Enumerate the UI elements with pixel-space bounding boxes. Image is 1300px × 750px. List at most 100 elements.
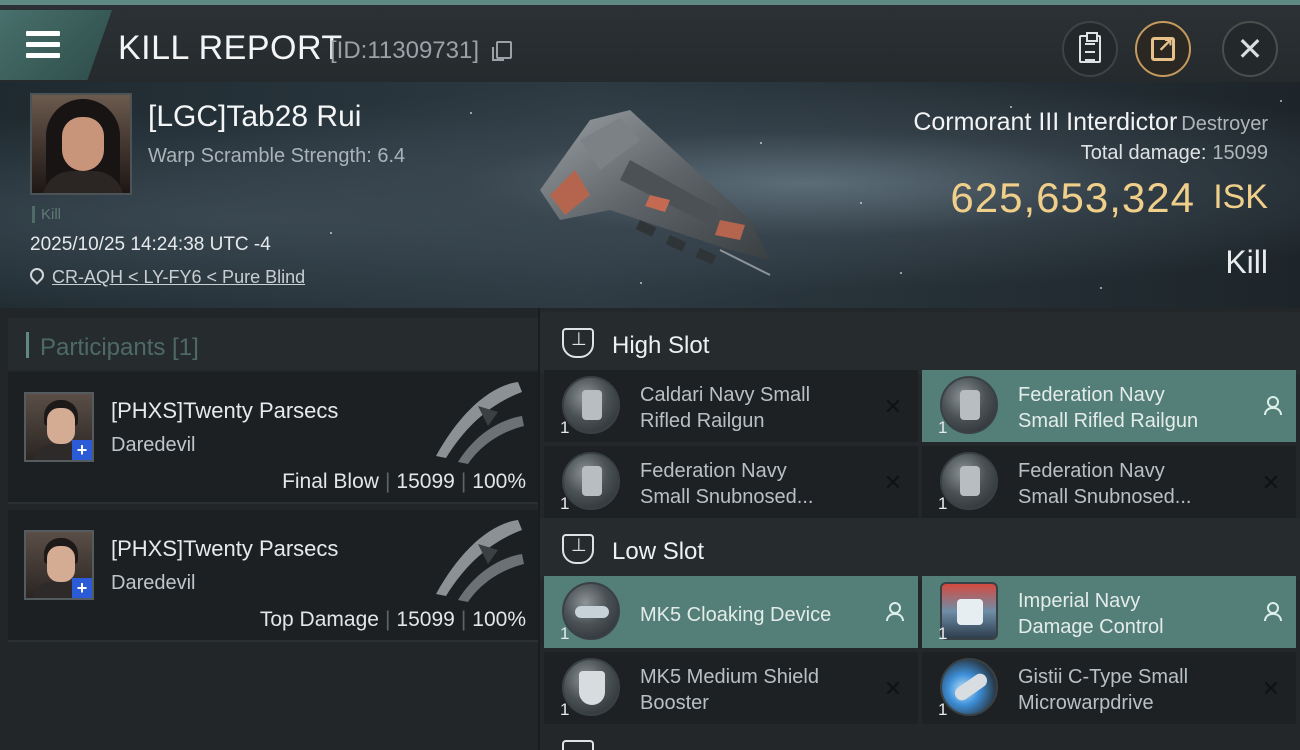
module-name-line1: Caldari Navy Small [640,384,811,406]
kill-id: [ID:11309731] [330,37,480,64]
module-name-line1: MK5 Cloaking Device [640,604,832,626]
damage-control-icon [940,582,998,640]
railgun-icon [562,376,620,434]
module-name-line2: Booster [640,692,709,714]
header-accent-bar [26,332,29,358]
total-damage-value: 15099 [1212,142,1268,164]
total-damage: Total damage: 15099 [1081,142,1268,165]
module-name-line2: Damage Control [1018,616,1164,638]
copy-icon[interactable] [492,41,512,61]
participant-role: Top Damage [259,608,379,631]
participant-stats: Top Damage | 15099 | 100% [259,608,526,631]
module-name-line1: Federation Navy [1018,384,1165,406]
module-item[interactable]: 1 MK5 Medium Shield Booster ✕ [544,652,918,724]
high-slot-icon [562,328,594,358]
module-name: Gistii C-Type Small Microwarpdrive [1018,664,1238,716]
module-name-line2: Microwarpdrive [1018,692,1154,714]
participant-ship: Daredevil [111,434,196,456]
victim-portrait[interactable] [30,93,132,195]
share-button[interactable] [1135,21,1191,77]
destroyed-icon: ✕ [1261,676,1281,701]
participant-damage: 15099 [396,470,455,493]
module-item[interactable]: 1 Federation Navy Small Rifled Railgun [922,370,1296,442]
module-name-line1: Imperial Navy [1018,590,1141,612]
module-name: MK5 Cloaking Device [640,602,860,628]
module-name-line1: Gistii C-Type Small [1018,666,1189,688]
low-slot-header: Low Slot [540,518,1300,580]
warp-scramble-strength: Warp Scramble Strength: 6.4 [148,145,406,167]
participants-header: Participants [1] [8,318,538,370]
railgun-icon [940,376,998,434]
dropped-person-icon [1260,394,1282,420]
module-name: MK5 Medium Shield Booster [640,664,860,716]
share-icon [1151,33,1175,61]
add-contact-icon[interactable]: + [72,440,92,460]
participant-row[interactable]: + [PHXS]Twenty Parsecs Daredevil Top Dam… [8,510,538,642]
module-item[interactable]: 1 Federation Navy Small Snubnosed... ✕ [544,446,918,518]
participant-percent: 100% [472,608,526,631]
victim-ship-name[interactable]: Cormorant III Interdictor Destroyer [913,108,1268,137]
low-slot-title: Low Slot [612,538,705,565]
module-quantity: 1 [560,494,570,513]
kill-result: Kill [1225,244,1268,280]
clipboard-button[interactable] [1062,21,1118,77]
module-item[interactable]: 1 Federation Navy Small Snubnosed... ✕ [922,446,1296,518]
module-name-line2: Small Rifled Railgun [1018,410,1199,432]
module-item[interactable]: 1 Imperial Navy Damage Control [922,576,1296,648]
location-pin-icon [27,265,47,285]
ship-class: Destroyer [1181,113,1268,135]
destroyed-icon: ✕ [1261,470,1281,495]
participant-row[interactable]: + [PHXS]Twenty Parsecs Daredevil Final B… [8,372,538,504]
page-title: KILL REPORT [118,29,343,67]
module-quantity: 1 [938,700,948,719]
clipboard-icon [1079,32,1101,63]
shield-booster-icon [562,658,620,716]
kill-location-link[interactable]: CR-AQH < LY-FY6 < Pure Blind [52,267,305,288]
participant-name[interactable]: [PHXS]Twenty Parsecs [111,536,338,562]
participants-panel: Participants [1] + [PHXS]Twenty Parsecs … [0,308,540,750]
high-slot-header: High Slot [540,312,1300,374]
module-quantity: 1 [560,700,570,719]
top-bar: KILL REPORT [ID:11309731] ✕ [0,0,1300,82]
module-name: Caldari Navy Small Rifled Railgun [640,382,860,434]
victim-panel: [LGC]Tab28 Rui Warp Scramble Strength: 6… [0,82,1300,308]
destroyed-icon: ✕ [883,394,903,419]
blaster-icon [940,452,998,510]
participant-ship-image[interactable] [418,514,528,604]
participant-role: Final Blow [282,470,379,493]
victim-ship-image[interactable] [520,100,790,280]
cloaking-device-icon [562,582,620,640]
module-name-line1: Federation Navy [640,460,787,482]
menu-icon [26,31,60,59]
module-item[interactable]: 1 MK5 Cloaking Device [544,576,918,648]
microwarpdrive-icon [940,658,998,716]
dropped-person-icon [882,600,904,626]
participant-name[interactable]: [PHXS]Twenty Parsecs [111,398,338,424]
isk-value: 625,653,324 [950,174,1195,221]
module-name: Federation Navy Small Rifled Railgun [1018,382,1238,434]
module-item[interactable]: 1 Gistii C-Type Small Microwarpdrive ✕ [922,652,1296,724]
module-quantity: 1 [560,418,570,437]
total-damage-label: Total damage: [1080,142,1207,164]
participants-title: Participants [1] [40,334,199,361]
dropped-person-icon [1260,600,1282,626]
participant-percent: 100% [472,470,526,493]
victim-name[interactable]: [LGC]Tab28 Rui [148,100,361,134]
menu-button[interactable] [0,10,112,80]
module-name-line2: Small Snubnosed... [1018,486,1192,508]
kill-timestamp: 2025/10/25 14:24:38 UTC -4 [30,234,271,255]
participant-ship-image[interactable] [418,376,528,466]
module-item[interactable]: 1 Caldari Navy Small Rifled Railgun ✕ [544,370,918,442]
low-slot-icon [562,534,594,564]
close-button[interactable]: ✕ [1222,21,1278,77]
high-slot-title: High Slot [612,332,710,359]
fitting-panel: High Slot 1 Caldari Navy Small Rifled Rai… [540,308,1300,750]
ship-name-text: Cormorant III Interdictor [913,108,1178,136]
module-name-line2: Rifled Railgun [640,410,765,432]
destroyed-icon: ✕ [883,470,903,495]
add-contact-icon[interactable]: + [72,578,92,598]
module-name: Federation Navy Small Snubnosed... [640,458,860,510]
next-slot-icon [562,740,594,750]
module-name: Imperial Navy Damage Control [1018,588,1238,640]
kill-tag: Kill [32,206,61,223]
